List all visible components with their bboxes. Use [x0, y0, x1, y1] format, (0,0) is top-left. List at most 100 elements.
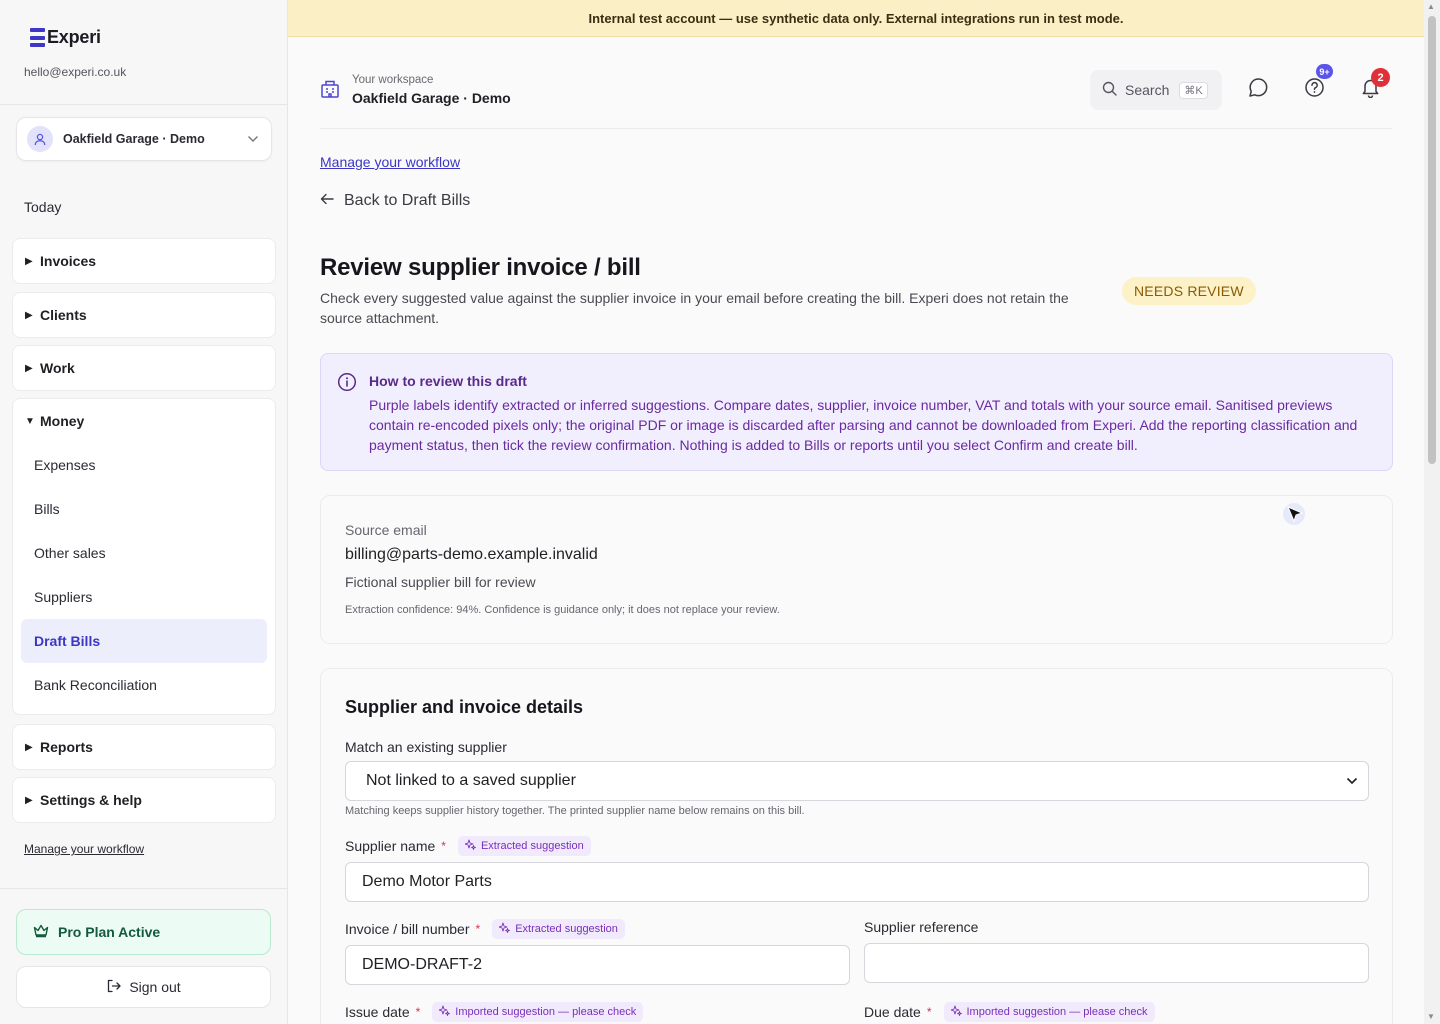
supplier-name-label-text: Supplier name — [345, 838, 436, 854]
nav-group-reports[interactable]: ▶ Reports — [12, 724, 276, 770]
nav-head-reports[interactable]: ▶ Reports — [13, 725, 275, 769]
chat-button[interactable] — [1245, 77, 1271, 103]
nav-group-settings[interactable]: ▶ Settings & help — [12, 777, 276, 823]
notifications-button[interactable]: 2 — [1357, 68, 1390, 103]
supplier-reference-label-text: Supplier reference — [864, 919, 979, 935]
nav-head-work[interactable]: ▶ Work — [13, 346, 275, 390]
source-email: billing@parts-demo.example.invalid — [345, 546, 598, 563]
extracted-suggestion-label: Extracted suggestion — [515, 923, 618, 935]
arrow-left-icon — [320, 192, 334, 210]
supplier-reference-label: Supplier reference — [864, 919, 978, 935]
brand-name: Experi — [47, 27, 101, 47]
source-email-card: Source email billing@parts-demo.example.… — [320, 495, 1393, 644]
search-button[interactable]: Search ⌘K — [1090, 70, 1222, 110]
divider — [0, 888, 287, 889]
info-icon — [337, 372, 357, 397]
sidebar-item-other-sales[interactable]: Other sales — [13, 531, 275, 575]
imported-suggestion-tag: Imported suggestion — please check — [943, 1002, 1155, 1022]
match-supplier-label: Match an existing supplier — [345, 739, 507, 755]
supplier-details-card: Supplier and invoice details Match an ex… — [320, 668, 1393, 1024]
required-mark: * — [415, 1005, 421, 1019]
user-icon — [27, 126, 53, 152]
nav-group-money: ▼ Money Expenses Bills Other sales Suppli… — [12, 398, 276, 715]
back-link-label: Back to Draft Bills — [344, 192, 471, 209]
match-supplier-select[interactable]: Not linked to a saved supplier — [345, 761, 1369, 801]
workspace-title: Oakfield Garage · Demo — [352, 90, 511, 106]
sidebar: Experi hello@experi.co.uk Oakfield Garag… — [0, 0, 288, 1024]
help-badge: 9+ — [1316, 64, 1333, 79]
supplier-name-input[interactable]: Demo Motor Parts — [345, 862, 1369, 902]
extraction-confidence: Extraction confidence: 94%. Confidence i… — [345, 604, 780, 616]
workspace-select-label: Oakfield Garage · Demo — [63, 132, 205, 146]
nav-label: Work — [40, 360, 75, 376]
imported-suggestion-label: Imported suggestion — please check — [455, 1006, 637, 1018]
chevron-down-icon — [1346, 772, 1358, 790]
sign-out-label: Sign out — [129, 979, 181, 995]
page-title: Review supplier invoice / bill — [320, 254, 641, 281]
sidebar-item-bank-reconciliation[interactable]: Bank Reconciliation — [13, 663, 275, 707]
workspace-select[interactable]: Oakfield Garage · Demo — [16, 117, 272, 161]
sparkle-icon — [950, 1005, 962, 1019]
search-icon — [1102, 81, 1117, 99]
scrollbar-thumb[interactable] — [1428, 16, 1436, 464]
crown-icon — [33, 924, 49, 941]
info-text: Purple labels identify extracted or infe… — [369, 397, 1358, 453]
match-supplier-value: Not linked to a saved supplier — [366, 772, 576, 789]
building-icon — [320, 79, 340, 104]
extracted-suggestion-tag: Extracted suggestion — [457, 836, 591, 856]
nav-label: Settings & help — [40, 792, 142, 808]
nav-head-money[interactable]: ▼ Money — [13, 399, 275, 443]
page-scrollbar[interactable]: ▲ ▼ — [1424, 0, 1440, 1024]
supplier-reference-input[interactable] — [864, 943, 1369, 983]
triangle-right-icon: ▶ — [25, 309, 33, 321]
sidebar-item-bills[interactable]: Bills — [13, 487, 275, 531]
plan-label: Pro Plan Active — [58, 924, 161, 940]
manage-workflow-link[interactable]: Manage your workflow — [320, 154, 460, 170]
sidebar-item-suppliers[interactable]: Suppliers — [13, 575, 275, 619]
test-mode-banner: Internal test account — use synthetic da… — [288, 0, 1424, 37]
plan-badge[interactable]: Pro Plan Active — [16, 909, 271, 955]
due-date-label-text: Due date — [864, 1004, 921, 1020]
sign-out-icon — [106, 979, 121, 996]
sign-out-button[interactable]: Sign out — [16, 966, 271, 1008]
imported-suggestion-tag: Imported suggestion — please check — [432, 1002, 644, 1022]
help-button[interactable]: 9+ — [1301, 64, 1333, 103]
invoice-number-label-text: Invoice / bill number — [345, 921, 470, 937]
search-shortcut: ⌘K — [1179, 81, 1208, 99]
workspace-caption: Your workspace — [352, 74, 434, 86]
nav-label: Reports — [40, 739, 93, 755]
status-badge: NEEDS REVIEW — [1122, 277, 1256, 305]
nav-label: Invoices — [40, 253, 97, 269]
required-mark: * — [441, 839, 446, 853]
scroll-down-icon[interactable]: ▼ — [1427, 1012, 1435, 1021]
match-supplier-label-text: Match an existing supplier — [345, 739, 507, 755]
invoice-number-input[interactable]: DEMO-DRAFT-2 — [345, 945, 850, 985]
sidebar-item-expenses[interactable]: Expenses — [13, 443, 275, 487]
help-icon — [1304, 77, 1325, 103]
scroll-up-icon[interactable]: ▲ — [1427, 2, 1435, 11]
source-description: Fictional supplier bill for review — [345, 574, 536, 590]
invoice-number-label: Invoice / bill number * Extracted sugges… — [345, 919, 625, 939]
sidebar-item-today[interactable]: Today — [24, 199, 61, 215]
nav-group-work[interactable]: ▶ Work — [12, 345, 276, 391]
nav-head-invoices[interactable]: ▶ Invoices — [13, 239, 275, 283]
main-content: Your workspace Oakfield Garage · Demo Se… — [288, 37, 1424, 1024]
sparkle-icon — [438, 1005, 451, 1019]
nav-group-invoices[interactable]: ▶ Invoices — [12, 238, 276, 284]
nav-label: Clients — [40, 307, 87, 323]
sidebar-item-draft-bills[interactable]: Draft Bills — [21, 619, 267, 663]
sidebar-manage-workflow-link[interactable]: Manage your workflow — [24, 842, 144, 856]
back-to-draft-bills-link[interactable]: Back to Draft Bills — [320, 192, 470, 210]
sparkle-icon — [498, 922, 511, 936]
section-title: Supplier and invoice details — [345, 697, 584, 717]
triangle-right-icon: ▶ — [25, 741, 33, 753]
logo[interactable]: Experi — [30, 27, 101, 48]
nav-head-clients[interactable]: ▶ Clients — [13, 293, 275, 337]
nav-group-clients[interactable]: ▶ Clients — [12, 292, 276, 338]
search-label: Search — [1125, 82, 1170, 98]
triangle-right-icon: ▶ — [25, 794, 33, 806]
due-date-label: Due date * Imported suggestion — please … — [864, 1002, 1155, 1022]
extracted-suggestion-label: Extracted suggestion — [480, 840, 584, 852]
divider — [0, 104, 287, 105]
nav-head-settings[interactable]: ▶ Settings & help — [13, 778, 275, 822]
